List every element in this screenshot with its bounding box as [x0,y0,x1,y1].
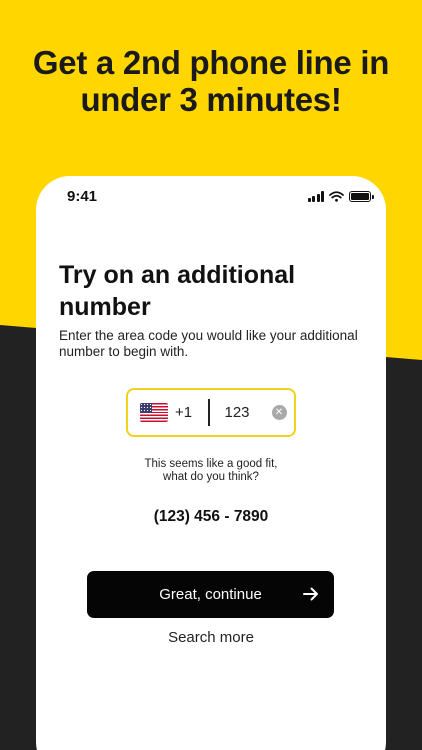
continue-button-label: Great, continue [159,586,262,603]
area-code-input[interactable]: 123 [225,404,257,421]
search-more-link[interactable]: Search more [36,629,386,646]
page-title-line-1: Try on an additional [59,261,296,289]
country-dial-code[interactable]: +1 [175,404,199,421]
area-code-input-group[interactable]: +1 123 ✕ [126,388,296,437]
arrow-right-icon [303,587,318,601]
page-title-line-2: number [59,293,151,321]
status-icons [307,191,374,202]
battery-icon [349,191,374,202]
continue-button[interactable]: Great, continue [87,571,334,618]
headline-line-1: Get a 2nd phone line in [32,44,390,81]
page-description: Enter the area code you would like your … [59,328,358,359]
page-title: Try on an additional number [59,259,369,323]
wifi-icon [329,191,344,202]
headline-line-2: under 3 minutes! [80,81,342,118]
status-bar: 9:41 [36,176,386,218]
input-divider [208,399,210,426]
marketing-headline: Get a 2nd phone line in under 3 minutes! [0,44,422,118]
suggested-number: (123) 456 - 7890 [153,508,269,525]
suggestion-line-1: This seems like a good fit, [144,458,278,470]
signal-icon [307,191,324,202]
suggestion-text: This seems like a good fit, what do you … [36,458,386,484]
suggestion-line-2: what do you think? [163,471,259,483]
phone-mockup: 9:41 Try on an additional number Enter t… [36,176,386,750]
clear-circle-x-icon[interactable]: ✕ [271,405,287,420]
us-flag-icon[interactable] [140,403,168,422]
status-time: 9:41 [67,188,98,205]
